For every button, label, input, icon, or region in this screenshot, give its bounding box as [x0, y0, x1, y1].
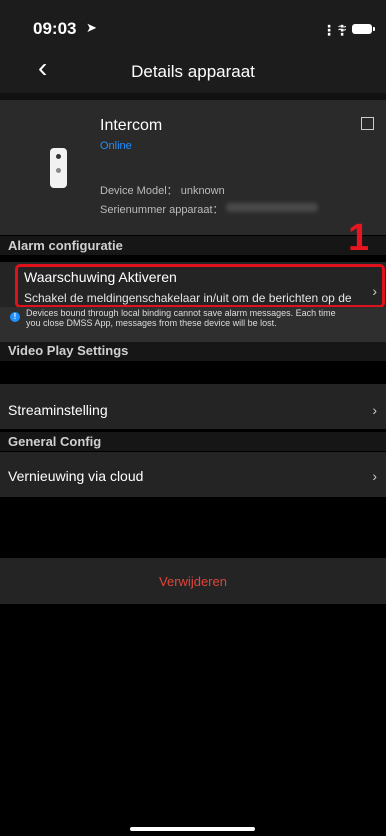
edit-icon[interactable] — [361, 117, 374, 130]
home-indicator[interactable] — [130, 827, 255, 831]
status-time: 09:03 — [33, 19, 77, 38]
stream-settings-title: Streaminstelling — [8, 402, 108, 418]
device-model: Device Model： unknown — [100, 182, 225, 198]
delete-label: Verwijderen — [159, 574, 227, 589]
battery-tip — [373, 27, 375, 31]
section-label-video: Video Play Settings — [8, 343, 129, 358]
intercom-button — [56, 168, 61, 173]
info-icon: ! — [10, 312, 20, 322]
device-status: Online — [100, 140, 132, 152]
device-serial-label: Serienummer apparaat： — [100, 204, 224, 216]
chevron-right-icon: › — [372, 468, 377, 484]
chevron-right-icon: › — [372, 402, 377, 418]
serial-redacted — [226, 203, 318, 212]
section-label-alarm: Alarm configuratie — [8, 238, 123, 253]
annotation-number: 1 — [348, 217, 370, 259]
page-title: Details apparaat — [131, 62, 255, 81]
location-arrow-icon: ➤ — [86, 20, 97, 35]
info-note-text: Devices bound through local binding cann… — [26, 308, 336, 328]
wifi-icon: ≈ — [338, 20, 347, 37]
device-name: Intercom — [100, 117, 163, 134]
divider — [0, 93, 386, 100]
section-label-general: General Config — [8, 434, 102, 449]
battery-icon — [352, 24, 372, 34]
cloud-update-title: Vernieuwing via cloud — [8, 468, 144, 484]
device-model-label: Device Model： — [100, 185, 178, 197]
device-model-value: unknown — [180, 185, 225, 197]
highlight-box — [15, 264, 385, 308]
camera-lens — [56, 154, 61, 159]
